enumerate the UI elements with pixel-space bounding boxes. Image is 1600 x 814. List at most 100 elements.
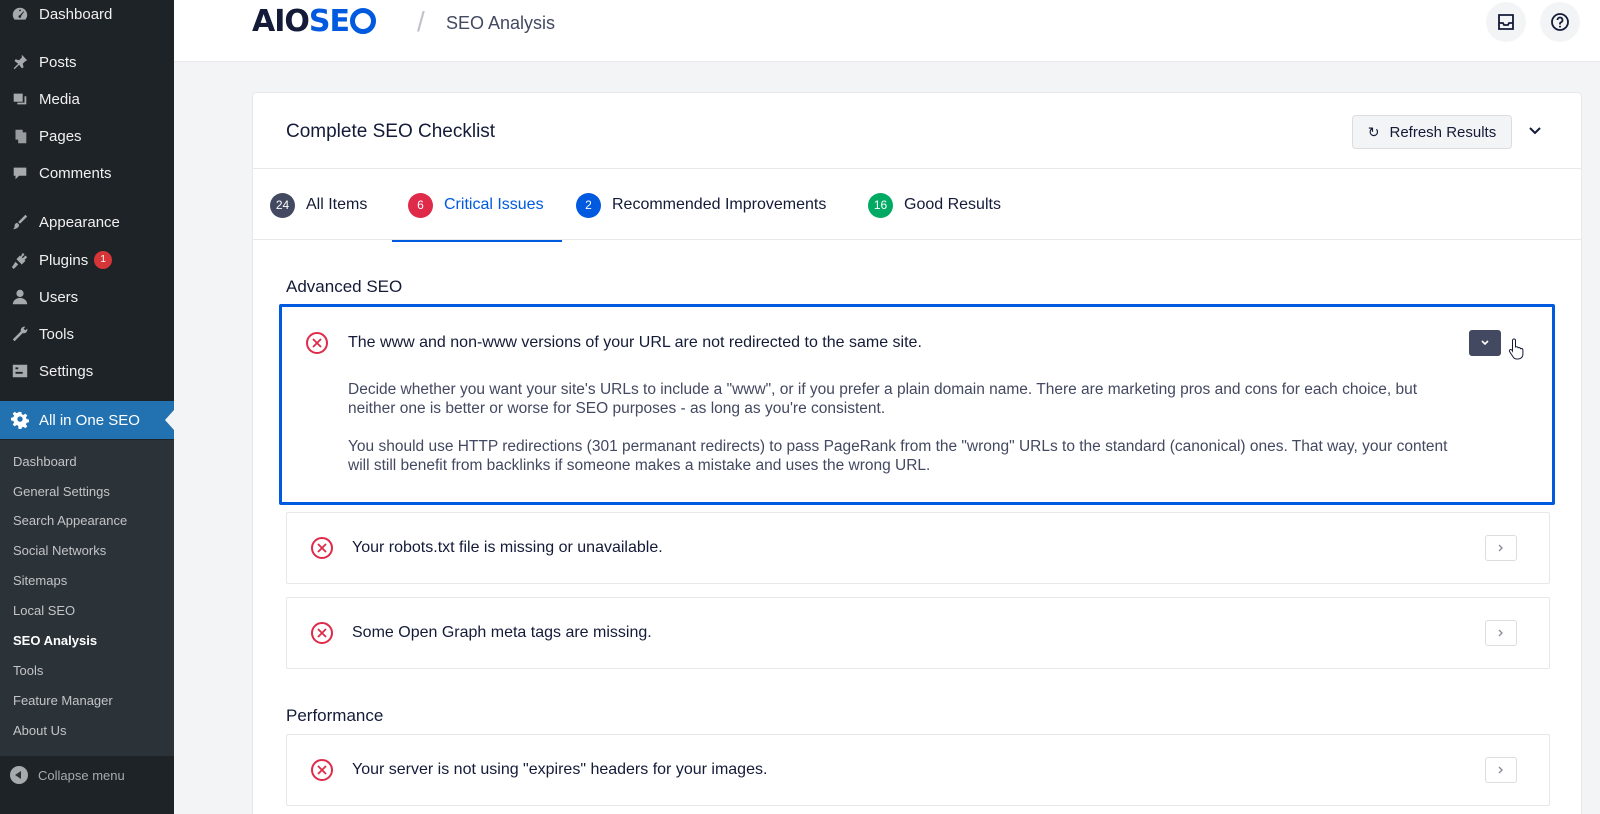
expand-item-button[interactable] [1485, 620, 1517, 646]
tab-all-items[interactable]: 24 All Items [270, 169, 367, 241]
logo-aio-text: AIO [252, 4, 310, 39]
menu-label: Plugins [39, 251, 89, 269]
expand-item-button[interactable] [1485, 535, 1517, 561]
item-title: Some Open Graph meta tags are missing. [352, 624, 652, 641]
menu-label: Appearance [39, 213, 120, 231]
error-icon [311, 537, 333, 559]
hand-cursor-icon [1508, 338, 1524, 360]
wrench-icon [10, 324, 30, 344]
user-icon [10, 287, 30, 307]
refresh-label: Refresh Results [1389, 123, 1497, 141]
aioseo-header: AIOSE / SEO Analysis [174, 0, 1600, 62]
item-description: Decide whether you want your site's URLs… [348, 381, 1418, 417]
menu-item-users[interactable]: Users [0, 280, 174, 314]
submenu-social-networks[interactable]: Social Networks [13, 543, 106, 558]
submenu-about-us[interactable]: About Us [13, 723, 66, 738]
chevron-right-icon [1498, 629, 1503, 637]
menu-label: Media [39, 90, 80, 108]
menu-label: Pages [39, 127, 82, 145]
aioseo-submenu: Dashboard General Settings Search Appear… [0, 440, 174, 756]
admin-sidebar: Dashboard Posts Media Pages Comments App… [0, 0, 174, 814]
menu-label: Posts [39, 53, 77, 71]
tab-label: All Items [306, 196, 368, 213]
menu-item-all-in-one-seo[interactable]: All in One SEO [0, 401, 174, 439]
plugin-icon [10, 250, 30, 270]
menu-item-comments[interactable]: Comments [0, 156, 174, 190]
submenu-tools[interactable]: Tools [13, 663, 43, 678]
menu-label: Users [39, 288, 79, 306]
submenu-seo-analysis[interactable]: SEO Analysis [13, 633, 97, 648]
help-button[interactable] [1540, 2, 1580, 42]
gear-icon [10, 410, 30, 430]
submenu-dashboard[interactable]: Dashboard [13, 454, 77, 469]
submenu-search-appearance[interactable]: Search Appearance [13, 513, 127, 528]
card-collapse-toggle[interactable] [1521, 117, 1549, 145]
checklist-item-robots-txt[interactable]: Your robots.txt file is missing or unava… [286, 512, 1550, 584]
settings-icon [10, 361, 30, 381]
chevron-down-icon [1529, 127, 1541, 135]
tab-label: Good Results [904, 196, 1001, 213]
menu-label: All in One SEO [39, 411, 140, 429]
checklist-item-open-graph[interactable]: Some Open Graph meta tags are missing. [286, 597, 1550, 669]
submenu-sitemaps[interactable]: Sitemaps [13, 573, 67, 588]
chevron-right-icon [1498, 544, 1503, 552]
menu-item-media[interactable]: Media [0, 82, 174, 116]
menu-item-settings[interactable]: Settings [0, 354, 174, 388]
refresh-results-button[interactable]: ↻ Refresh Results [1352, 115, 1512, 149]
tab-count: 24 [270, 192, 295, 218]
collapse-label: Collapse menu [38, 767, 125, 783]
pin-icon [10, 52, 30, 72]
error-icon [306, 332, 328, 354]
brush-icon [10, 212, 30, 232]
error-icon [311, 622, 333, 644]
checklist-item-www-redirect[interactable]: The www and non-www versions of your URL… [279, 304, 1555, 505]
section-title-advanced-seo: Advanced SEO [286, 277, 403, 296]
header-separator: / [417, 6, 425, 37]
notifications-button[interactable] [1486, 2, 1526, 42]
logo-gear-icon [350, 8, 376, 34]
tab-count: 2 [576, 192, 601, 218]
logo-seo-text: SE [308, 4, 350, 39]
menu-item-posts[interactable]: Posts [0, 45, 174, 79]
tab-good-results[interactable]: 16 Good Results [868, 169, 1001, 241]
error-icon [311, 759, 333, 781]
menu-item-dashboard[interactable]: Dashboard [0, 0, 174, 31]
pages-icon [10, 126, 30, 146]
menu-label: Settings [39, 362, 94, 380]
dashboard-icon [10, 4, 30, 24]
card-title: Complete SEO Checklist [286, 121, 496, 142]
checklist-item-expires-headers[interactable]: Your server is not using "expires" heade… [286, 734, 1550, 806]
comment-icon [10, 163, 30, 183]
submenu-feature-manager[interactable]: Feature Manager [13, 693, 113, 708]
collapse-icon [10, 766, 28, 784]
menu-item-pages[interactable]: Pages [0, 119, 174, 153]
item-title: The www and non-www versions of your URL… [348, 334, 922, 351]
collapse-menu[interactable]: Collapse menu [10, 766, 125, 784]
submenu-local-seo[interactable]: Local SEO [13, 603, 75, 618]
item-description: You should use HTTP redirections (301 pe… [348, 438, 1448, 474]
tab-count: 6 [408, 192, 433, 218]
expand-item-button[interactable] [1485, 757, 1517, 783]
submenu-general-settings[interactable]: General Settings [13, 484, 110, 499]
menu-item-plugins[interactable]: Plugins 1 [0, 243, 174, 277]
menu-item-appearance[interactable]: Appearance [0, 205, 174, 239]
menu-label: Comments [39, 164, 112, 182]
section-title-performance: Performance [286, 706, 384, 725]
chevron-right-icon [1498, 766, 1503, 774]
collapse-item-button[interactable] [1469, 330, 1501, 356]
seo-checklist-card: Complete SEO Checklist ↻ Refresh Results… [252, 92, 1582, 814]
checklist-tabs: 24 All Items 6 Critical Issues 2 Recomme… [253, 168, 1581, 242]
tab-recommended-improvements[interactable]: 2 Recommended Improvements [576, 169, 826, 241]
aioseo-logo[interactable]: AIOSE [252, 4, 376, 39]
inbox-icon [1498, 14, 1514, 30]
current-arrow [165, 410, 174, 430]
item-title: Your robots.txt file is missing or unava… [352, 539, 663, 556]
tab-label: Critical Issues [444, 196, 544, 213]
menu-label: Dashboard [39, 5, 113, 23]
tab-count: 16 [868, 192, 893, 218]
item-title: Your server is not using "expires" heade… [352, 761, 768, 778]
tab-critical-issues[interactable]: 6 Critical Issues [392, 169, 562, 242]
media-icon [10, 89, 30, 109]
menu-item-tools[interactable]: Tools [0, 317, 174, 351]
tab-label: Recommended Improvements [612, 196, 827, 213]
